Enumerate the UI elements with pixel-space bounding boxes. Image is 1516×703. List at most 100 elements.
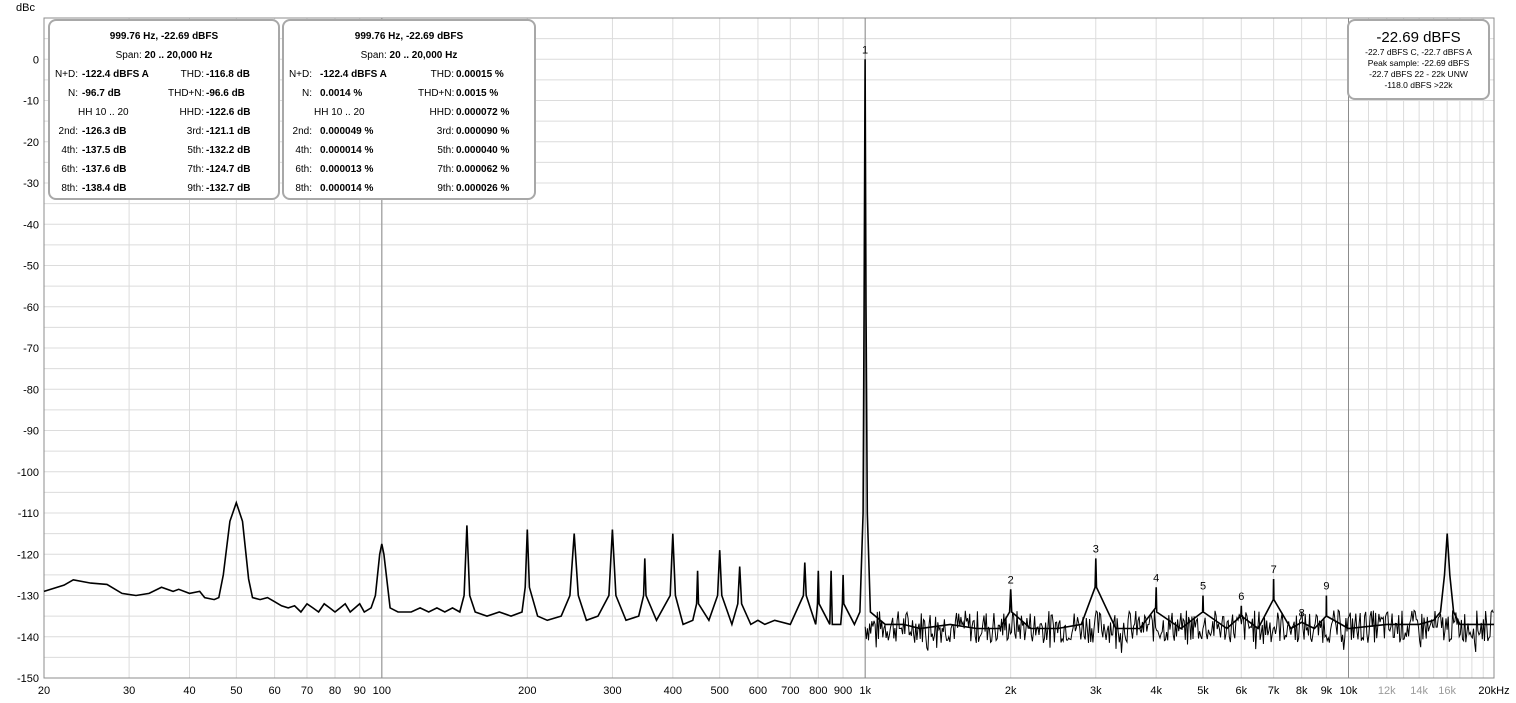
- harmonic-label: 1: [862, 44, 868, 56]
- x-tick-label: 6k: [1235, 685, 1247, 697]
- metric-label: N:: [302, 88, 312, 99]
- metric-label: THD:: [430, 69, 454, 80]
- metric-value: 0.0014 %: [320, 88, 363, 99]
- x-tick-label: 7k: [1268, 685, 1280, 697]
- metric-value: 0.000013 %: [320, 164, 374, 175]
- metric-label: THD:: [180, 69, 204, 80]
- y-tick-label: -100: [17, 467, 39, 479]
- x-tick-label: 50: [230, 685, 242, 697]
- metric-label: 2nd:: [58, 126, 78, 137]
- metric-label: N:: [68, 88, 78, 99]
- level-line-3: -22.7 dBFS 22 - 22k UNW: [1369, 69, 1468, 79]
- y-tick-label: -80: [23, 384, 39, 396]
- distortion-panel-db: 999.76 Hz, -22.69 dBFS Span: 20 .. 20,00…: [48, 19, 280, 200]
- panel-row: N+D: -122.4 dBFS A THD: -116.8 dB: [50, 65, 278, 84]
- y-tick-label: 0: [33, 54, 39, 66]
- panel-db-span-value: 20 .. 20,000 Hz: [144, 50, 213, 61]
- panel-row: 6th: 0.000013 % 7th: 0.000062 %: [284, 160, 534, 179]
- metric-label: THD+N:: [418, 88, 455, 99]
- metric-value: -96.7 dB: [82, 88, 121, 99]
- x-tick-label: 900: [834, 685, 852, 697]
- x-tick-label: 700: [781, 685, 799, 697]
- metric-label: N+D:: [288, 69, 312, 80]
- metric-label: HHD:: [429, 107, 454, 118]
- metric-value: -137.6 dB: [82, 164, 127, 175]
- metric-label: 2nd:: [292, 126, 312, 137]
- x-tick-label: 10k: [1340, 685, 1358, 697]
- metric-value: 0.000072 %: [456, 107, 510, 118]
- x-tick-label: 20: [38, 685, 50, 697]
- panel-row: 6th: -137.6 dB 7th: -124.7 dB: [50, 160, 278, 179]
- metric-value: 0.000040 %: [456, 145, 510, 156]
- x-tick-label: 8k: [1296, 685, 1308, 697]
- x-tick-label: 16k: [1438, 685, 1456, 697]
- metric-label: 6th:: [61, 164, 78, 175]
- panel-row: N: 0.0014 % THD+N: 0.0015 %: [284, 84, 534, 103]
- metric-value: -132.7 dB: [206, 183, 251, 194]
- panel-row: N: -96.7 dB THD+N: -96.6 dB: [50, 84, 278, 103]
- panel-pct-span-label: Span:: [360, 50, 387, 61]
- y-tick-label: -20: [23, 137, 39, 149]
- metric-value: 0.000062 %: [456, 164, 510, 175]
- metric-value: -124.7 dB: [206, 164, 251, 175]
- hh-range-label: HH 10 .. 20: [314, 107, 365, 118]
- harmonic-label: 7: [1271, 564, 1277, 576]
- metric-label: 8th:: [61, 183, 78, 194]
- metric-value: 0.000014 %: [320, 145, 374, 156]
- x-tick-label: 12k: [1378, 685, 1396, 697]
- x-tick-label: 30: [123, 685, 135, 697]
- y-tick-label: -70: [23, 343, 39, 355]
- metric-value: 0.000026 %: [456, 183, 510, 194]
- panel-db-rows: N+D: -122.4 dBFS A THD: -116.8 dB N: -96.7 dB…: [50, 65, 278, 198]
- x-tick-label: 90: [354, 685, 366, 697]
- metric-value: -122.4 dBFS A: [82, 69, 149, 80]
- metric-value: -122.6 dB: [206, 107, 251, 118]
- metric-label: 9th:: [187, 183, 204, 194]
- x-tick-label: 40: [183, 685, 195, 697]
- harmonic-label: 2: [1008, 574, 1014, 586]
- x-tick-label: 9k: [1321, 685, 1333, 697]
- panel-row: 8th: 0.000014 % 9th: 0.000026 %: [284, 179, 534, 198]
- harmonic-label: 5: [1200, 581, 1206, 593]
- panel-pct-span: Span: 20 .. 20,000 Hz: [284, 46, 534, 65]
- x-tick-label: 5k: [1197, 685, 1209, 697]
- panel-row: 4th: -137.5 dB 5th: -132.2 dB: [50, 141, 278, 160]
- metric-value: -121.1 dB: [206, 126, 251, 137]
- hh-range-label: HH 10 .. 20: [78, 107, 129, 118]
- metric-label: 7th:: [187, 164, 204, 175]
- metric-label: 5th:: [437, 145, 454, 156]
- y-tick-label: -30: [23, 178, 39, 190]
- x-tick-label: 500: [710, 685, 728, 697]
- level-meter-box: -22.69 dBFS -22.7 dBFS C, -22.7 dBFS A P…: [1347, 19, 1490, 100]
- metric-value: -122.4 dBFS A: [320, 69, 387, 80]
- harmonic-label: 6: [1238, 591, 1244, 603]
- y-axis-tick-labels: 0 -10 -20 -30 -40 -50 -60 -70 -80 -90 -100 -110 -120…: [17, 54, 39, 685]
- metric-label: 6th:: [295, 164, 312, 175]
- y-tick-label: -40: [23, 219, 39, 231]
- x-tick-label: 1k: [859, 685, 871, 697]
- metric-value: -116.8 dB: [206, 69, 250, 80]
- y-tick-label: -150: [17, 673, 39, 685]
- metric-label: HHD:: [179, 107, 204, 118]
- x-tick-label: 3k: [1090, 685, 1102, 697]
- x-tick-label: 2k: [1005, 685, 1017, 697]
- x-tick-label: 600: [749, 685, 767, 697]
- level-readout: -22.69 dBFS: [1376, 29, 1461, 46]
- metric-value: 0.000049 %: [320, 126, 374, 137]
- y-tick-label: -120: [17, 549, 39, 561]
- metric-value: -138.4 dB: [82, 183, 127, 194]
- metric-value: 0.000014 %: [320, 183, 374, 194]
- metric-value: -126.3 dB: [82, 126, 127, 137]
- harmonic-label: 8: [1299, 607, 1305, 619]
- distortion-panel-percent: 999.76 Hz, -22.69 dBFS Span: 20 .. 20,00…: [282, 19, 536, 200]
- y-tick-label: -90: [23, 426, 39, 438]
- panel-db-span: Span: 20 .. 20,000 Hz: [50, 46, 278, 65]
- x-tick-label: 100: [373, 685, 391, 697]
- panel-row: 2nd: 0.000049 % 3rd: 0.000090 %: [284, 122, 534, 141]
- level-line-1: -22.7 dBFS C, -22.7 dBFS A: [1365, 47, 1472, 57]
- x-tick-label: 80: [329, 685, 341, 697]
- x-tick-label: 200: [518, 685, 536, 697]
- metric-label: THD+N:: [168, 88, 205, 99]
- metric-label: N+D:: [54, 69, 78, 80]
- y-tick-label: -10: [23, 96, 39, 108]
